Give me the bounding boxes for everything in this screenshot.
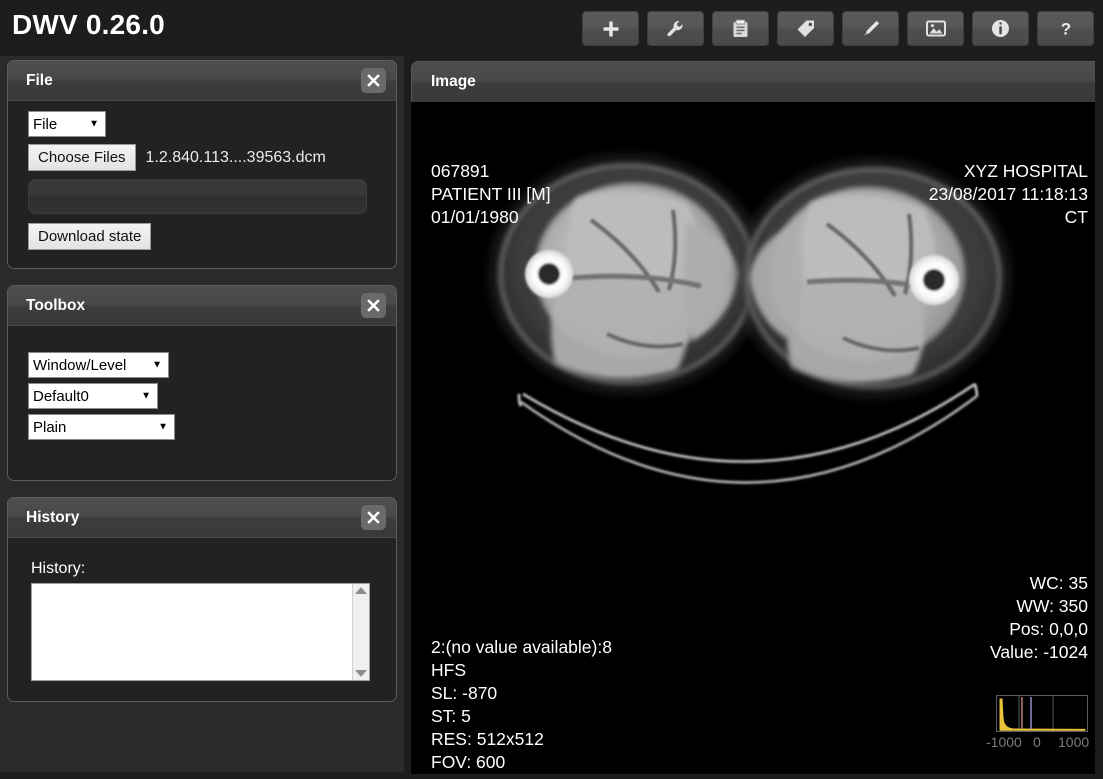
toolbox-panel-body: Window/Level ▼ Default0 ▼ Plain ▼: [8, 326, 396, 480]
right-edge-strip: [1095, 56, 1103, 779]
info-button[interactable]: [972, 11, 1029, 46]
question-icon: ?: [1059, 19, 1073, 38]
histogram-tick-max: 1000: [1058, 734, 1089, 750]
overlay-cursor-position: Pos: 0,0,0: [990, 618, 1088, 641]
toolbox-panel-header: Toolbox: [8, 286, 396, 326]
shape-select-wrap: Plain ▼: [28, 414, 175, 440]
tool-select[interactable]: Window/Level: [28, 352, 169, 378]
close-icon: [366, 298, 381, 313]
histogram-widget[interactable]: [996, 695, 1088, 732]
histogram-tick-min: -1000: [986, 734, 1022, 750]
clipboard-icon: [732, 19, 749, 38]
svg-text:?: ?: [1060, 20, 1070, 39]
history-panel-body: History:: [8, 538, 396, 701]
overlay-pixel-value: Value: -1024: [990, 641, 1088, 664]
overlay-series-desc: 2:(no value available):8: [431, 636, 612, 659]
top-bar: DWV 0.26.0: [0, 0, 1103, 56]
overlay-top-right: XYZ HOSPITAL 23/08/2017 11:18:13 CT: [929, 160, 1088, 229]
image-icon: [926, 20, 946, 37]
file-source-select-wrap: File ▼: [28, 111, 106, 137]
toolbox-panel-title: Toolbox: [26, 297, 85, 315]
pencil-icon: [861, 19, 881, 39]
add-button[interactable]: [582, 11, 639, 46]
dwv-application: DWV 0.26.0: [0, 0, 1103, 779]
overlay-window-center: WC: 35: [990, 572, 1088, 595]
tag-icon: [796, 19, 816, 39]
histogram-tick-zero: 0: [1033, 734, 1041, 750]
histogram-plot: [997, 696, 1087, 731]
file-input-row: Choose Files 1.2.840.113....39563.dcm: [28, 144, 376, 171]
drawlist-button[interactable]: [777, 11, 834, 46]
close-icon: [366, 510, 381, 525]
preset-select-wrap: Default0 ▼: [28, 383, 158, 409]
file-panel-close-button[interactable]: [361, 68, 386, 93]
overlay-patient-id: 067891: [431, 160, 551, 183]
close-icon: [366, 73, 381, 88]
overlay-slice-location: SL: -870: [431, 682, 612, 705]
overlay-top-left: 067891 PATIENT III [M] 01/01/1980: [431, 160, 551, 229]
histogram-axis-labels: -1000 0 1000: [986, 734, 1090, 754]
image-canvas[interactable]: 067891 PATIENT III [M] 01/01/1980 XYZ HO…: [411, 102, 1096, 774]
overlay-study-datetime: 23/08/2017 11:18:13: [929, 183, 1088, 206]
overlay-birth-date: 01/01/1980: [431, 206, 551, 229]
file-panel: File File ▼ Choose Files 1.2.840.113....…: [7, 60, 397, 269]
toolbox-panel-close-button[interactable]: [361, 293, 386, 318]
image-panel-title: Image: [431, 73, 476, 91]
wrench-icon: [666, 19, 686, 39]
overlay-modality: CT: [929, 206, 1088, 229]
page-title: DWV 0.26.0: [12, 9, 165, 41]
image-panel-header: Image: [411, 61, 1103, 102]
plus-icon: [602, 20, 620, 38]
toolbox-button[interactable]: [647, 11, 704, 46]
file-source-select[interactable]: File: [28, 111, 106, 137]
history-panel-close-button[interactable]: [361, 505, 386, 530]
overlay-window-width: WW: 350: [990, 595, 1088, 618]
history-label: History:: [31, 560, 376, 578]
tool-select-wrap: Window/Level ▼: [28, 352, 169, 378]
choose-files-button[interactable]: Choose Files: [28, 144, 136, 171]
history-panel-header: History: [8, 498, 396, 538]
overlay-position-hfs: HFS: [431, 659, 612, 682]
scroll-up-icon[interactable]: [355, 587, 367, 594]
history-panel: History History:: [7, 497, 397, 702]
image-panel: Image: [411, 61, 1103, 779]
toolbox-panel: Toolbox Window/Level ▼ Default0: [7, 285, 397, 481]
tags-button[interactable]: [712, 11, 769, 46]
scroll-down-icon[interactable]: [355, 670, 367, 677]
file-panel-title: File: [26, 72, 53, 90]
overlay-resolution: RES: 512x512: [431, 728, 612, 751]
history-textarea[interactable]: [31, 583, 370, 681]
file-progress-bar: [28, 179, 367, 214]
download-state-button[interactable]: Download state: [28, 223, 151, 250]
file-panel-header: File: [8, 61, 396, 101]
history-panel-title: History: [26, 509, 79, 527]
chosen-file-name: 1.2.840.113....39563.dcm: [146, 149, 326, 167]
overlay-bottom-right: WC: 35 WW: 350 Pos: 0,0,0 Value: -1024: [990, 572, 1088, 664]
overlay-institution: XYZ HOSPITAL: [929, 160, 1088, 183]
info-icon: [991, 19, 1010, 38]
sidebar: File File ▼ Choose Files 1.2.840.113....…: [0, 56, 404, 772]
image-button[interactable]: [907, 11, 964, 46]
toolbar: ?: [582, 11, 1094, 46]
draw-button[interactable]: [842, 11, 899, 46]
overlay-patient-name: PATIENT III [M]: [431, 183, 551, 206]
overlay-bottom-left: 2:(no value available):8 HFS SL: -870 ST…: [431, 636, 612, 774]
file-panel-body: File ▼ Choose Files 1.2.840.113....39563…: [8, 101, 396, 268]
overlay-fov: FOV: 600: [431, 751, 612, 774]
history-scrollbar[interactable]: [352, 584, 369, 680]
overlay-slice-thickness: ST: 5: [431, 705, 612, 728]
shape-select[interactable]: Plain: [28, 414, 175, 440]
preset-select[interactable]: Default0: [28, 383, 158, 409]
help-button[interactable]: ?: [1037, 11, 1094, 46]
